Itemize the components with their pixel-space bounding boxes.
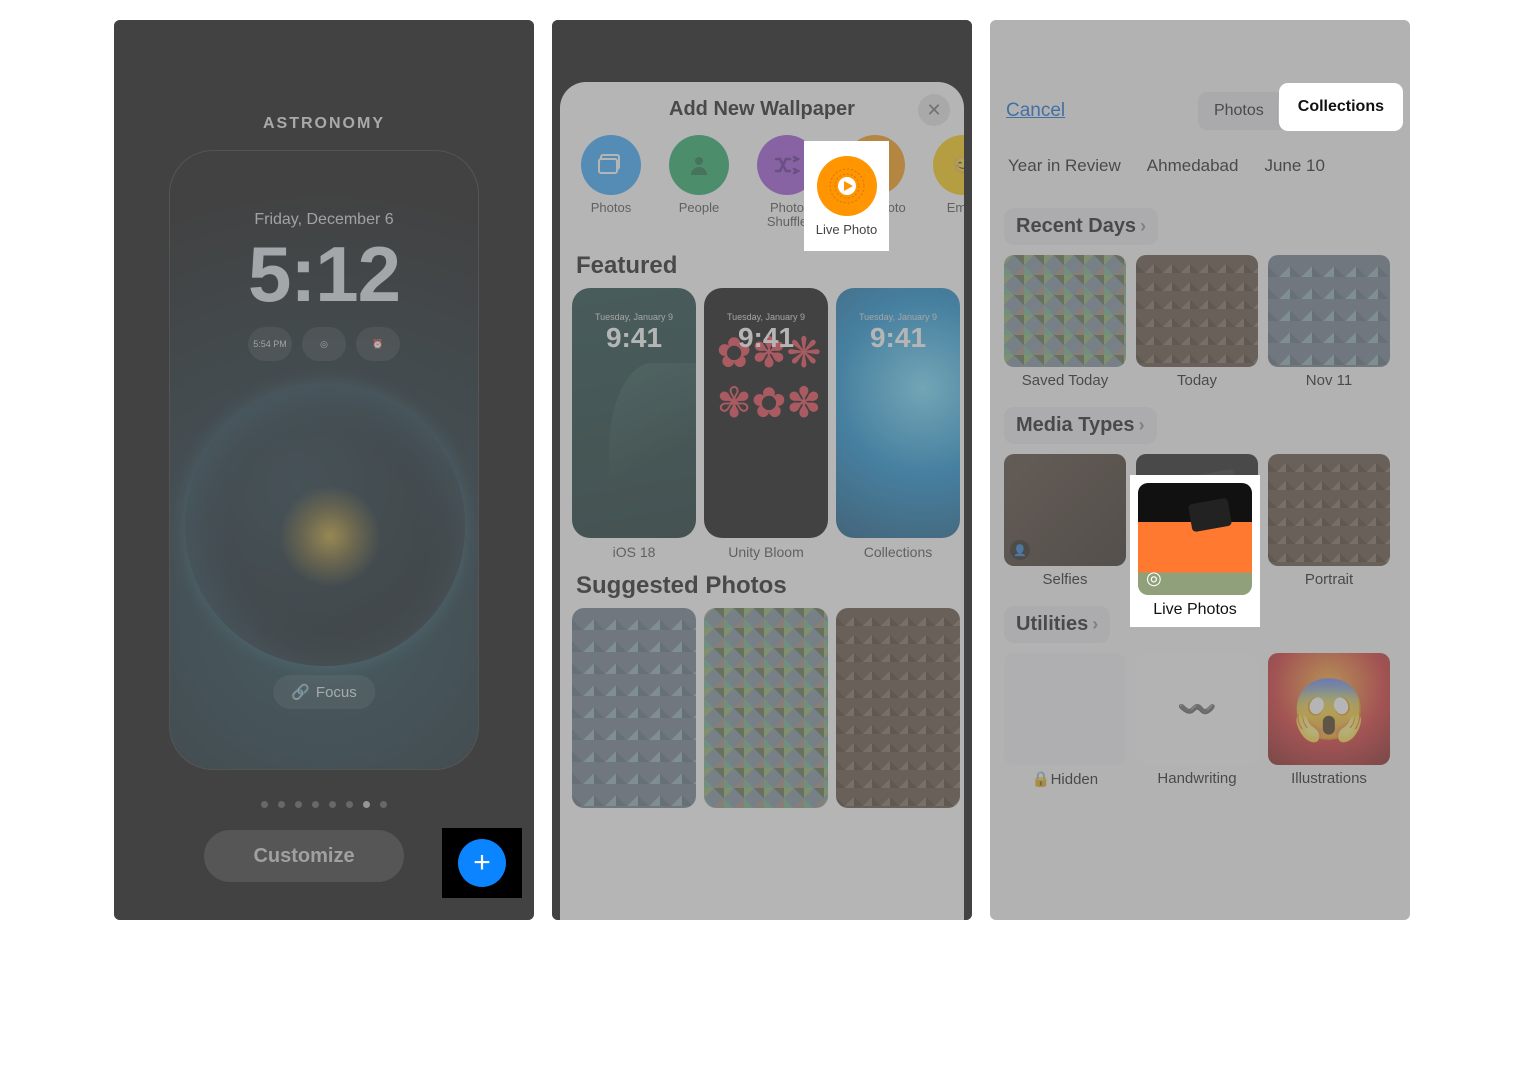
category-emoji[interactable]: 😊 Emoji [924,135,964,230]
highlight-live-photo[interactable]: Live Photo [804,141,889,251]
card-nov-11[interactable]: Nov 11 [1268,255,1390,389]
collection-chips[interactable]: Year in Review Ahmedabad June 10 [1004,156,1396,190]
wallpaper-category-label: ASTRONOMY [114,115,534,133]
cancel-button[interactable]: Cancel [1006,100,1065,122]
person-icon: 👤 [1010,540,1030,560]
suggested-photo-3[interactable] [836,608,960,808]
lock-screen-preview[interactable]: Friday, December 6 5:12 5:54 PM ◎ ⏰ 🔗 Fo… [169,150,479,770]
featured-row[interactable]: Tuesday, January 99:41 iOS 18 Tuesday, J… [560,288,964,560]
add-wallpaper-sheet: Add New Wallpaper ✕ Photos People Photo … [560,82,964,920]
section-utilities[interactable]: Utilities › [1004,606,1110,643]
lock-screen-gallery-panel: ASTRONOMY Friday, December 6 5:12 5:54 P… [114,20,534,920]
add-wallpaper-button[interactable]: + [458,839,506,887]
add-wallpaper-panel: Add New Wallpaper ✕ Photos People Photo … [552,20,972,920]
featured-heading: Featured [560,240,964,288]
add-button-highlight: + [442,828,522,898]
section-media-types[interactable]: Media Types › [1004,407,1157,444]
lock-screen-time: 5:12 [170,229,478,320]
category-photos[interactable]: Photos [572,135,650,230]
segment-photos[interactable]: Photos [1200,94,1278,128]
customize-button[interactable]: Customize [204,830,404,882]
chip-year-in-review[interactable]: Year in Review [1008,156,1121,176]
featured-unity-bloom[interactable]: Tuesday, January 99:41 Unity Bloom [704,288,828,560]
featured-collections[interactable]: Tuesday, January 99:41 Collections [836,288,960,560]
collections-panel: Cancel Photos Collections Year in Review… [990,20,1410,920]
link-icon: 🔗 [291,683,310,701]
recent-days-grid[interactable]: Saved Today Today Nov 11 [1004,255,1396,389]
card-illustrations[interactable]: 😱 Illustrations [1268,653,1390,788]
highlight-live-photos-card[interactable]: Live Photos [1130,475,1260,627]
suggested-photo-1[interactable] [572,608,696,808]
scream-emoji-icon: 😱 [1268,653,1390,765]
close-icon: ✕ [926,100,941,121]
highlight-segment-collections[interactable]: Collections [1282,86,1400,128]
suggested-row[interactable] [560,608,964,808]
category-people[interactable]: People [660,135,738,230]
card-hidden[interactable]: 🔒Hidden [1004,653,1126,788]
featured-ios18[interactable]: Tuesday, January 99:41 iOS 18 [572,288,696,560]
chevron-right-icon: › [1092,614,1098,635]
lock-icon: 🔒 [1032,771,1051,788]
handwriting-icon: 〰️ [1136,653,1258,765]
emoji-icon: 😊 [933,135,964,195]
plus-icon: + [473,846,491,880]
rings-widget[interactable]: ◎ [302,327,346,361]
utilities-grid[interactable]: 🔒Hidden 〰️ Handwriting 😱 Illustrations [1004,653,1396,788]
focus-button[interactable]: 🔗 Focus [273,675,375,709]
time-widget[interactable]: 5:54 PM [248,327,292,361]
card-today[interactable]: Today [1136,255,1258,389]
earth-graphic [185,386,465,666]
category-row[interactable]: Photos People Photo Shuffle Live Photo 😊… [560,135,964,240]
chip-date[interactable]: June 10 [1264,156,1325,176]
photos-icon [581,135,641,195]
chip-city[interactable]: Ahmedabad [1147,156,1239,176]
suggested-photo-2[interactable] [704,608,828,808]
lock-screen-date: Friday, December 6 [170,211,478,229]
chevron-right-icon: › [1139,415,1145,436]
people-icon [669,135,729,195]
alarm-widget[interactable]: ⏰ [356,327,400,361]
chevron-right-icon: › [1140,216,1146,237]
close-button[interactable]: ✕ [918,94,950,126]
card-selfies[interactable]: 👤 Selfies [1004,454,1126,588]
card-handwriting[interactable]: 〰️ Handwriting [1136,653,1258,788]
suggested-heading: Suggested Photos [560,560,964,608]
live-photo-icon [817,156,877,216]
card-portrait[interactable]: Portrait [1268,454,1390,588]
card-saved-today[interactable]: Saved Today [1004,255,1126,389]
section-recent-days[interactable]: Recent Days › [1004,208,1158,245]
page-dots[interactable] [114,801,534,808]
lock-screen-widgets: 5:54 PM ◎ ⏰ [170,327,478,361]
sheet-title: Add New Wallpaper [560,98,964,121]
